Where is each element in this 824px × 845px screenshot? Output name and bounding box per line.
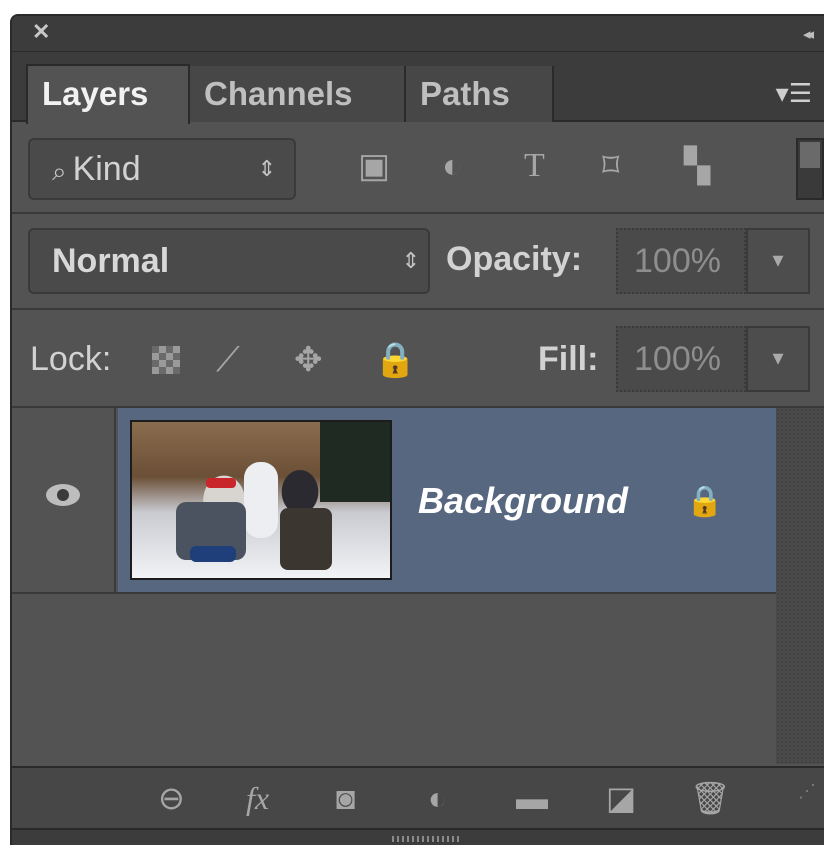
panel-titlebar: ✕ ◂◂ — [12, 16, 824, 52]
layer-name[interactable]: Background — [418, 480, 628, 522]
layers-panel: ✕ ◂◂ Layers Channels Paths ▾☰ ⌕ Kind ⇕ ▣ … — [10, 14, 824, 845]
lock-all-icon[interactable]: 🔒 — [374, 342, 416, 378]
thumbnail-scarf — [206, 478, 236, 488]
pixel-layer-filter-icon[interactable]: ▣ — [358, 146, 390, 186]
thumbnail-boots — [190, 546, 236, 562]
lock-position-icon[interactable]: ✥ — [294, 342, 323, 378]
blend-mode-select[interactable]: Normal ⇕ — [28, 228, 430, 294]
adjustment-layer-filter-icon[interactable]: ◐ — [442, 146, 463, 186]
visibility-cell[interactable] — [12, 408, 116, 592]
panel-resize-grip[interactable] — [12, 830, 824, 845]
layer-filter-row: ⌕ Kind ⇕ ▣ ◐ T ⌑ ▚ — [12, 124, 824, 214]
updown-arrows-icon: ⇕ — [257, 156, 276, 181]
fill-label: Fill: — [538, 340, 599, 378]
delete-layer-icon[interactable]: 🗑 — [690, 780, 731, 816]
scrollbar-track[interactable] — [776, 408, 824, 764]
grip-dots — [392, 836, 462, 842]
shape-layer-filter-icon[interactable]: ⌑ — [602, 146, 619, 186]
filter-kind-select[interactable]: ⌕ Kind ⇕ — [28, 138, 296, 200]
fx-icon[interactable]: fx — [246, 780, 269, 816]
tab-channels[interactable]: Channels — [190, 66, 406, 122]
thumbnail-trees — [320, 422, 390, 502]
search-icon: ⌕ — [52, 156, 67, 186]
lock-row: Lock: ⟋ ✥ 🔒 Fill: 100% ▾ — [12, 312, 824, 408]
close-icon[interactable]: ✕ — [32, 21, 50, 43]
fill-input[interactable]: 100% — [616, 326, 746, 392]
filter-kind-label: Kind — [72, 150, 141, 188]
tab-bar: Layers Channels Paths ▾☰ — [12, 52, 824, 124]
lock-transparent-pixels-icon[interactable] — [152, 346, 180, 374]
panel-menu-icon[interactable]: ▾☰ — [776, 80, 812, 106]
resize-corner-icon[interactable]: ⋰ — [798, 781, 816, 802]
tab-layers[interactable]: Layers — [26, 64, 190, 124]
new-adjustment-layer-icon[interactable]: ◐ — [428, 780, 447, 816]
layer-thumbnail[interactable] — [130, 420, 392, 580]
thumbnail-child-2 — [280, 508, 332, 570]
link-layers-icon[interactable]: ⊖ — [158, 780, 185, 816]
updown-arrows-icon: ⇕ — [401, 248, 420, 273]
opacity-dropdown-button[interactable]: ▾ — [746, 228, 810, 294]
opacity-input[interactable]: 100% — [616, 228, 746, 294]
layer-row-background[interactable]: Background 🔒 — [12, 408, 824, 594]
lock-icon: 🔒 — [686, 485, 724, 518]
thumbnail-snowman — [244, 462, 278, 538]
opacity-label: Opacity: — [446, 240, 583, 278]
smart-object-filter-icon[interactable]: ▚ — [684, 146, 710, 186]
tab-paths[interactable]: Paths — [406, 66, 554, 122]
fill-dropdown-button[interactable]: ▾ — [746, 326, 810, 392]
collapse-icon[interactable]: ◂◂ — [803, 25, 814, 43]
layer-selection[interactable]: Background 🔒 — [118, 408, 778, 592]
bottom-toolbar: ⊖ fx ◙ ◐ ▬ ◪ 🗑 ⋰ — [12, 766, 824, 830]
lock-image-pixels-icon[interactable]: ⟋ — [216, 342, 240, 378]
blend-row: Normal ⇕ Opacity: 100% ▾ — [12, 216, 824, 310]
lock-label: Lock: — [30, 340, 112, 378]
type-layer-filter-icon[interactable]: T — [524, 146, 545, 186]
new-group-icon[interactable]: ▬ — [516, 780, 548, 816]
filter-toggle-switch[interactable] — [796, 138, 824, 200]
eye-icon[interactable] — [46, 484, 80, 506]
toggle-knob — [800, 142, 820, 168]
add-mask-icon[interactable]: ◙ — [336, 780, 355, 816]
blend-mode-value: Normal — [52, 242, 170, 280]
new-layer-icon[interactable]: ◪ — [606, 780, 636, 816]
